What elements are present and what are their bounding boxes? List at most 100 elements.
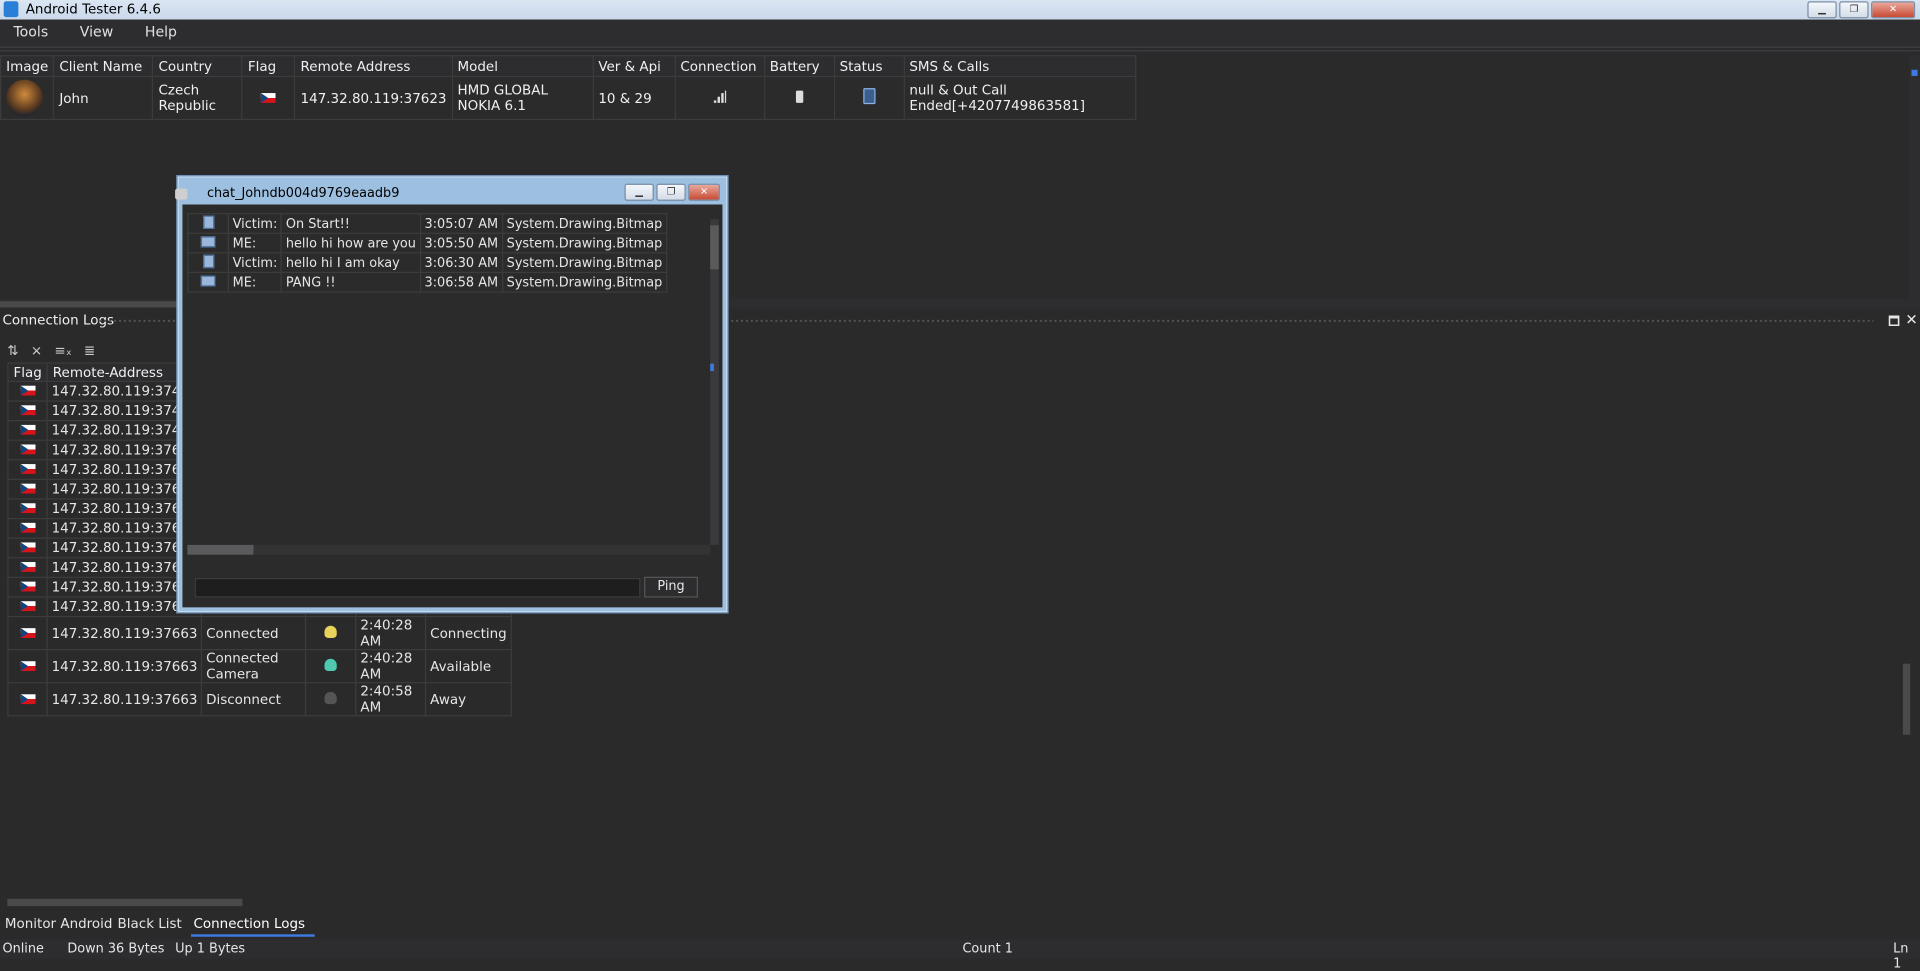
czech-flag-icon <box>20 581 35 592</box>
tab-connection-logs[interactable]: Connection Logs <box>191 916 316 937</box>
log-time: 2:40:58 AM <box>355 682 427 717</box>
laptop-icon <box>200 235 216 247</box>
client-country: Czech Republic <box>152 75 244 121</box>
log-status: Connected <box>201 615 307 651</box>
clients-vscrollbar[interactable] <box>1908 55 1920 301</box>
chat-minimize-button[interactable]: ▁ <box>624 183 654 201</box>
message-attachment: System.Drawing.Bitmap <box>501 252 668 274</box>
tab-black-list[interactable]: Black List <box>118 916 182 932</box>
chat-message-row[interactable]: ME: PANG !! 3:06:58 AM System.Drawing.Bitma… <box>187 271 668 293</box>
czech-flag-icon <box>20 464 35 474</box>
czech-flag-icon <box>20 483 35 494</box>
log-row[interactable]: 147.32.80.119:37663 Disconnect 2:40:58 AM A… <box>7 682 512 717</box>
avatar <box>6 79 43 117</box>
col-sms-calls[interactable]: SMS & Calls <box>903 55 1136 78</box>
col-status[interactable]: Status <box>833 55 905 78</box>
col-client-name[interactable]: Client Name <box>53 55 154 78</box>
signal-icon <box>713 90 726 103</box>
col-country[interactable]: Country <box>152 55 244 78</box>
client-model: HMD GLOBAL NOKIA 6.1 <box>451 75 594 121</box>
log-remote-address: 147.32.80.119:37663 <box>46 648 203 684</box>
czech-flag-icon <box>20 660 35 671</box>
log-state: Available <box>425 648 512 684</box>
clear-icon[interactable]: ⨯ <box>31 343 42 359</box>
clear-filter-icon[interactable]: ≡ₓ <box>54 343 71 359</box>
log-state: Connecting <box>425 615 512 651</box>
message-sender: Victim: <box>227 252 283 274</box>
menu-help[interactable]: Help <box>131 20 190 40</box>
menu-view[interactable]: View <box>66 20 126 40</box>
chat-body: Victim: On Start!! 3:05:07 AM System.Drawin… <box>182 204 723 608</box>
tab-monitor-android[interactable]: Monitor Android <box>5 916 113 932</box>
czech-flag-icon <box>20 627 35 638</box>
logs-vscrollbar[interactable] <box>1902 663 1911 735</box>
czech-flag-icon <box>20 601 35 612</box>
skull-icon <box>324 658 338 671</box>
message-attachment: System.Drawing.Bitmap <box>501 232 668 254</box>
menu-bar: Tools View Help <box>0 19 1920 48</box>
czech-flag-icon <box>20 503 35 514</box>
phone-icon <box>202 214 214 229</box>
col-ver-api[interactable]: Ver & Api <box>592 55 676 78</box>
czech-flag-icon <box>20 424 35 435</box>
ping-button[interactable]: Ping <box>644 576 698 598</box>
sort-icon[interactable]: ⇅ <box>7 343 18 359</box>
chat-restore-button[interactable]: ❐ <box>656 183 686 201</box>
log-row[interactable]: 147.32.80.119:37663 Connected 2:40:28 AM Co… <box>7 615 512 651</box>
restore-button[interactable]: ❐ <box>1839 1 1869 19</box>
title-bar: Android Tester 6.4.6 ▁ ❐ ✕ <box>0 0 1920 20</box>
czech-flag-icon <box>20 542 35 553</box>
status-up: Up 1 Bytes <box>175 941 246 957</box>
col-remote-address[interactable]: Remote Address <box>294 55 453 78</box>
message-sender: ME: <box>227 271 283 293</box>
message-time: 3:06:58 AM <box>419 271 503 293</box>
col-flag[interactable]: Flag <box>241 55 296 78</box>
battery-icon <box>795 90 803 103</box>
logs-hscrollbar[interactable] <box>7 898 243 907</box>
col-battery[interactable]: Battery <box>763 55 835 78</box>
close-panel-icon[interactable]: ✕ <box>1905 311 1917 328</box>
czech-flag-icon <box>261 92 277 103</box>
minimize-button[interactable]: ▁ <box>1807 1 1837 19</box>
status-line: Ln 1 <box>1893 941 1909 971</box>
app-shield-icon <box>3 1 19 18</box>
chat-messages-table: Victim: On Start!! 3:05:07 AM System.Drawin… <box>187 213 668 293</box>
status-count: Count 1 <box>962 941 1013 957</box>
chat-message-row[interactable]: ME: hello hi how are you 3:05:50 AM System.… <box>187 232 668 254</box>
message-sender: Victim: <box>227 213 283 234</box>
maximize-panel-icon[interactable]: 🗖 <box>1888 313 1900 334</box>
chat-vscrollbar[interactable] <box>710 219 719 545</box>
chat-window-icon <box>175 188 188 200</box>
log-time: 2:40:28 AM <box>355 615 427 651</box>
chat-close-button[interactable]: ✕ <box>688 183 721 201</box>
list-options-icon[interactable]: ≣ <box>84 343 95 359</box>
status-bar: Online Down 36 Bytes Up 1 Bytes Count 1 … <box>0 939 1920 971</box>
log-remote-address: 147.32.80.119:37663 <box>46 682 203 717</box>
log-time: 2:40:28 AM <box>355 648 427 684</box>
chat-window: chat_Johndb004d9769eaadb9 ▁ ❐ ✕ Victim: O… <box>175 175 729 614</box>
message-text: hello hi I am okay <box>280 252 421 274</box>
col-model[interactable]: Model <box>451 55 594 78</box>
chat-hscrollbar[interactable] <box>187 544 711 555</box>
log-state: Away <box>425 682 512 717</box>
chat-message-row[interactable]: Victim: hello hi I am okay 3:06:30 AM Syste… <box>187 252 668 274</box>
chat-message-input[interactable] <box>194 577 641 598</box>
bottom-tabs: Monitor Android Black List Connection Lo… <box>0 916 1920 938</box>
skull-icon <box>324 625 338 638</box>
phone-icon <box>202 254 214 268</box>
client-ver-api: 10 & 29 <box>592 75 676 121</box>
client-row[interactable]: John Czech Republic 147.32.80.119:37623 … <box>0 75 1136 121</box>
log-row[interactable]: 147.32.80.119:37663 Connected Camera 2:40:… <box>7 648 512 684</box>
czech-flag-icon <box>20 405 35 416</box>
message-attachment: System.Drawing.Bitmap <box>501 271 668 293</box>
chat-message-row[interactable]: Victim: On Start!! 3:05:07 AM System.Drawin… <box>187 213 668 234</box>
client-remote-address: 147.32.80.119:37623 <box>294 75 453 121</box>
menu-tools[interactable]: Tools <box>0 20 62 40</box>
col-flag[interactable]: Flag <box>7 362 48 383</box>
czech-flag-icon <box>20 522 35 533</box>
close-button[interactable]: ✕ <box>1871 1 1916 19</box>
col-image[interactable]: Image <box>0 55 55 78</box>
message-sender: ME: <box>227 232 283 254</box>
col-connection[interactable]: Connection <box>674 55 765 78</box>
message-time: 3:05:50 AM <box>419 232 503 254</box>
